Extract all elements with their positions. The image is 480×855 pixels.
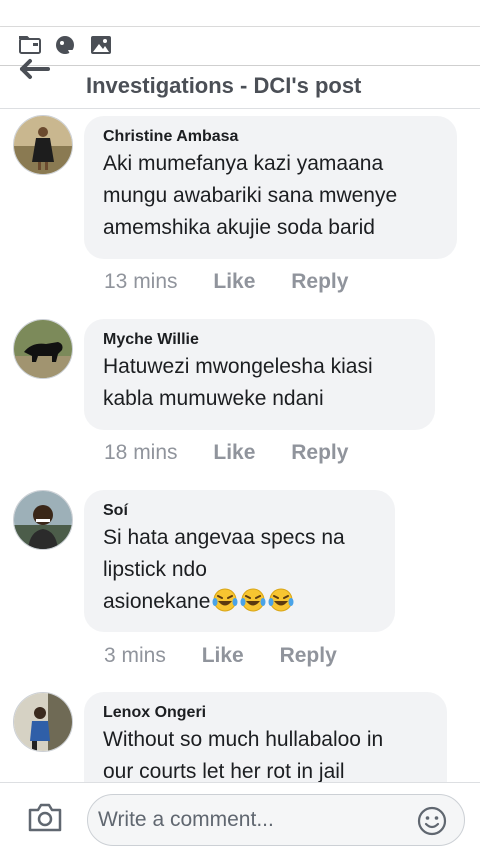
laughing-tears-emoji-icon bbox=[212, 588, 238, 612]
comment-bubble[interactable]: Soí Si hata angevaa specs na lipstick nd… bbox=[84, 490, 395, 632]
comment-bubble[interactable]: Myche Willie Hatuwezi mwongelesha kiasi … bbox=[84, 319, 435, 430]
comment-composer: Write a comment... bbox=[0, 782, 480, 855]
comment-time[interactable]: 3 mins bbox=[104, 644, 166, 668]
comment-meta: 3 mins Like Reply bbox=[104, 644, 337, 668]
laughing-tears-emoji-icon bbox=[240, 588, 266, 612]
reply-button[interactable]: Reply bbox=[291, 441, 348, 465]
page-title: Investigations - DCI's post bbox=[86, 73, 362, 98]
comment-bubble[interactable]: Christine Ambasa Aki mumefanya kazi yama… bbox=[84, 116, 457, 259]
camera-icon[interactable] bbox=[27, 801, 63, 833]
back-arrow-icon[interactable] bbox=[18, 58, 52, 80]
avatar[interactable] bbox=[13, 319, 73, 379]
comment-author[interactable]: Lenox Ongeri bbox=[103, 702, 428, 724]
reply-button[interactable]: Reply bbox=[280, 644, 337, 668]
attachment-toolbar bbox=[0, 27, 480, 66]
comment-time[interactable]: 18 mins bbox=[104, 441, 178, 465]
reply-button[interactable]: Reply bbox=[291, 270, 348, 294]
like-button[interactable]: Like bbox=[202, 644, 244, 668]
comment-author[interactable]: Soí bbox=[103, 500, 376, 522]
comment-text: Hatuwezi mwongelesha kiasi kabla mumuwek… bbox=[103, 355, 373, 410]
top-status-strip bbox=[0, 0, 480, 27]
comment-author[interactable]: Christine Ambasa bbox=[103, 126, 438, 148]
comment-text: Aki mumefanya kazi yamaana mungu awabari… bbox=[103, 152, 398, 239]
emoji-picker-icon[interactable] bbox=[416, 805, 448, 837]
comment-input[interactable]: Write a comment... bbox=[87, 794, 465, 846]
avatar[interactable] bbox=[13, 490, 73, 550]
comment-meta: 18 mins Like Reply bbox=[104, 441, 348, 465]
like-button[interactable]: Like bbox=[213, 441, 255, 465]
comment-meta: 13 mins Like Reply bbox=[104, 270, 348, 294]
comment-author[interactable]: Myche Willie bbox=[103, 329, 416, 351]
comment-text: Without so much hullabaloo in our courts… bbox=[103, 728, 384, 783]
comment-input-placeholder: Write a comment... bbox=[98, 808, 274, 831]
post-header: Investigations - DCI's post bbox=[0, 59, 480, 109]
folder-icon[interactable] bbox=[18, 33, 42, 57]
comment-text: Si hata angevaa specs na lipstick ndo as… bbox=[103, 526, 345, 613]
sticker-icon[interactable] bbox=[53, 33, 77, 57]
photo-icon[interactable] bbox=[89, 33, 113, 57]
avatar[interactable] bbox=[13, 692, 73, 752]
like-button[interactable]: Like bbox=[213, 270, 255, 294]
comment-time[interactable]: 13 mins bbox=[104, 270, 178, 294]
avatar[interactable] bbox=[13, 115, 73, 175]
laughing-tears-emoji-icon bbox=[268, 588, 294, 612]
